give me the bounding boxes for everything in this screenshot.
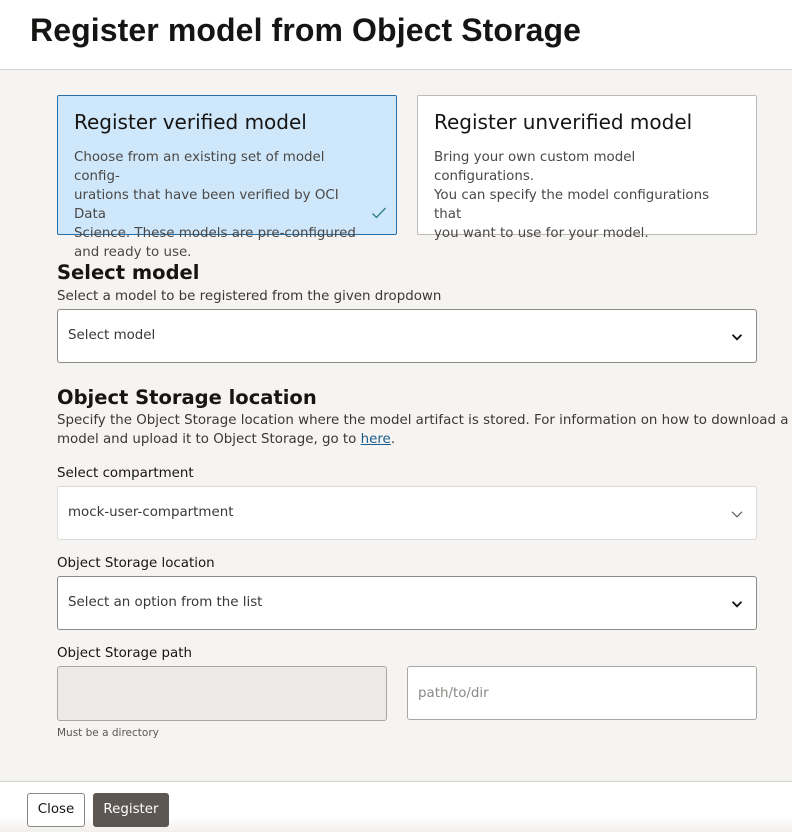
compartment-value: mock-user-compartment	[68, 505, 234, 520]
card-title: Register verified model	[74, 110, 307, 134]
select-model-heading: Select model	[57, 261, 200, 284]
checkmark-icon	[372, 207, 386, 219]
select-model-value: Select model	[68, 328, 156, 343]
card-description-line: Science. These models are pre-configured	[74, 226, 356, 241]
help-text-suffix: .	[390, 432, 396, 447]
help-line: Specify the Object Storage location wher…	[57, 413, 789, 428]
dialog-title: Register model from Object Storage	[30, 12, 582, 48]
object-storage-location-label: Object Storage location	[57, 556, 215, 571]
chevron-down-icon	[731, 601, 743, 608]
card-description-line: Bring your own custom model configuratio…	[434, 150, 636, 184]
compartment-select[interactable]: mock-user-compartment	[57, 486, 757, 540]
dialog-header: Register model from Object Storage	[0, 0, 792, 70]
card-description: Bring your own custom model configuratio…	[434, 148, 734, 243]
object-storage-heading: Object Storage location	[57, 386, 317, 409]
card-description-line: You can specify the model configurations…	[434, 188, 710, 222]
compartment-label: Select compartment	[57, 466, 194, 481]
chevron-down-icon	[731, 511, 743, 518]
help-text-prefix: model and upload it to Object Storage, g…	[57, 432, 361, 447]
dialog-body: Register verified model Choose from an e…	[0, 70, 792, 781]
object-storage-help: Specify the Object Storage location wher…	[57, 411, 788, 449]
card-description-line: and ready to use.	[74, 245, 192, 260]
register-unverified-model-card[interactable]: Register unverified model Bring your own…	[417, 95, 757, 241]
select-model-help: Select a model to be registered from the…	[57, 289, 442, 304]
path-hint: Must be a directory	[57, 727, 159, 739]
card-description: Choose from an existing set of model con…	[74, 148, 374, 262]
register-button[interactable]: Register	[93, 793, 169, 827]
close-button[interactable]: Close	[27, 793, 85, 827]
card-title: Register unverified model	[434, 110, 693, 134]
dialog-footer: Close Register	[0, 781, 792, 832]
card-description-line: Choose from an existing set of model con…	[74, 150, 325, 184]
object-storage-path-input[interactable]	[407, 666, 757, 720]
object-storage-path-label: Object Storage path	[57, 646, 192, 661]
chevron-down-icon	[731, 334, 743, 341]
here-link[interactable]: here	[361, 432, 391, 447]
help-line: model and upload it to Object Storage, g…	[57, 430, 788, 449]
bucket-prefix-field	[57, 666, 387, 721]
object-storage-location-value: Select an option from the list	[68, 595, 263, 610]
object-storage-location-select[interactable]: Select an option from the list	[57, 576, 757, 630]
select-model-dropdown[interactable]: Select model	[57, 309, 757, 363]
register-verified-model-card[interactable]: Register verified model Choose from an e…	[57, 95, 397, 260]
card-description-line: you want to use for your model.	[434, 226, 649, 241]
card-description-line: urations that have been verified by OCI …	[74, 188, 339, 222]
